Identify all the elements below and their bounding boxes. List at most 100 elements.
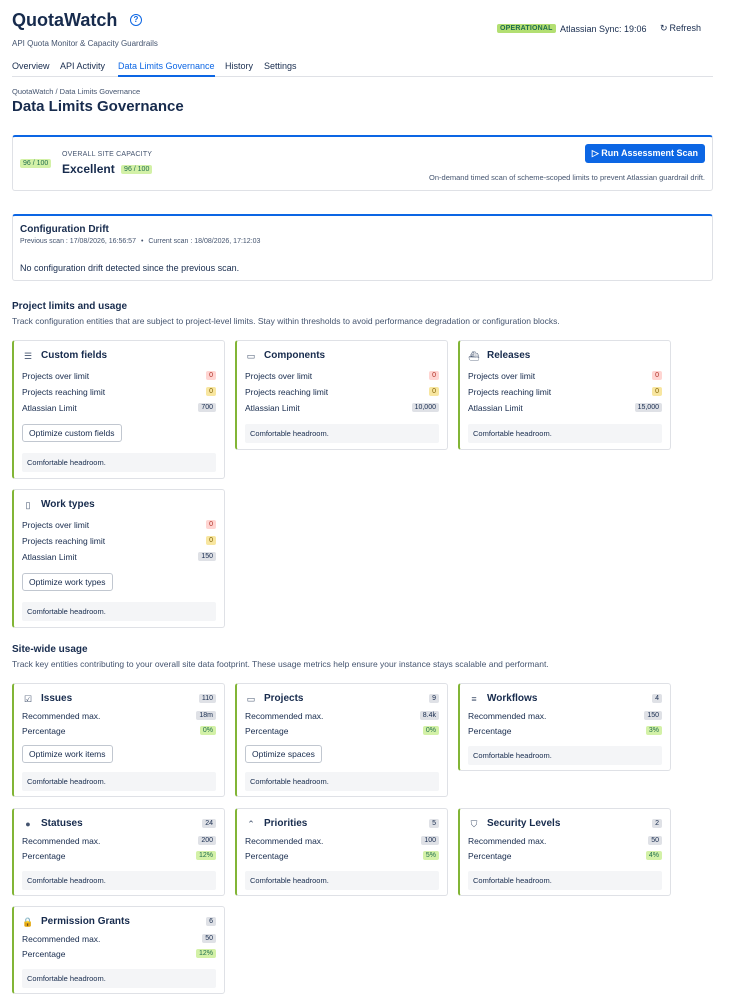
recommended-max-value: 8.4k: [419, 711, 439, 720]
card-title: Priorities: [264, 818, 308, 829]
card-header: ⌃ Priorities 5: [245, 818, 439, 830]
info-icon: ●: [25, 819, 31, 829]
site-card-priorities: ⌃ Priorities 5 Recommended max. 100 Percentag…: [235, 808, 448, 896]
card-header: ▯ Work types: [22, 499, 216, 511]
count-badge: 2: [652, 819, 662, 828]
atlassian-limit-value: 150: [198, 552, 216, 561]
headroom-note: Comfortable headroom.: [22, 602, 216, 621]
capacity-label: OVERALL SITE CAPACITY: [62, 151, 153, 158]
percentage-label: Percentage: [22, 949, 66, 959]
breadcrumb[interactable]: QuotaWatch / Data Limits Governance: [12, 87, 140, 96]
percentage-row: Percentage 3%: [468, 726, 662, 737]
percentage-value: 0%: [422, 726, 439, 735]
percentage-label: Percentage: [468, 726, 512, 736]
recommended-max-label: Recommended max.: [22, 934, 101, 944]
help-icon[interactable]: ?: [130, 14, 142, 26]
project-card-custom-fields: ☰ Custom fields Projects over limit 0 Projec…: [12, 340, 225, 479]
percentage-value: 12%: [195, 949, 216, 958]
recommended-max-row: Recommended max. 200: [22, 836, 216, 847]
scan-separator: •: [140, 238, 144, 245]
atlassian-limit-row: Atlassian Limit 15,000: [468, 403, 662, 414]
recommended-max-value: 200: [198, 836, 216, 845]
run-assessment-scan-button[interactable]: ▷ Run Assessment Scan: [584, 144, 705, 163]
percentage-row: Percentage 4%: [468, 851, 662, 862]
headroom-note: Comfortable headroom.: [22, 772, 216, 791]
optimize-work-items-button[interactable]: Optimize work items: [22, 745, 113, 763]
projects-over-limit-label: Projects over limit: [245, 371, 313, 381]
percentage-value: 3%: [645, 726, 662, 735]
tab-api-activity[interactable]: API Activity: [60, 61, 105, 77]
nav-tabs: Overview API Activity Data Limits Govern…: [12, 61, 713, 77]
atlassian-limit-label: Atlassian Limit: [22, 552, 77, 562]
project-card-work-types: ▯ Work types Projects over limit 0 Projects …: [12, 489, 225, 628]
projects-over-limit-value: 0: [652, 371, 662, 380]
card-header: ≡ Workflows 4: [468, 693, 662, 705]
recommended-max-label: Recommended max.: [468, 711, 547, 721]
percentage-row: Percentage 5%: [245, 851, 439, 862]
count-badge: 9: [429, 694, 439, 703]
percentage-value: 12%: [195, 851, 216, 860]
folder-icon: ▭: [246, 694, 256, 704]
site-card-security-levels: ⛉ Security Levels 2 Recommended max. 50 Perce…: [458, 808, 671, 896]
atlassian-limit-label: Atlassian Limit: [22, 403, 77, 413]
headroom-note: Comfortable headroom.: [245, 424, 439, 443]
status-badge: OPERATIONAL: [497, 24, 556, 33]
projects-reaching-limit-row: Projects reaching limit 0: [22, 387, 216, 398]
card-header: ☑ Issues 110: [22, 693, 216, 705]
recommended-max-value: 100: [421, 836, 439, 845]
card-title: Components: [264, 350, 326, 361]
app-title: QuotaWatch: [12, 10, 118, 30]
card-header: ☰ Custom fields: [22, 350, 216, 362]
percentage-label: Percentage: [22, 726, 66, 736]
recommended-max-value: 150: [644, 711, 662, 720]
optimize-custom-fields-button[interactable]: Optimize custom fields: [22, 424, 122, 442]
play-icon: ▷: [591, 148, 602, 158]
capacity-rating-badge: 96 / 100: [121, 165, 153, 175]
count-badge: 4: [652, 694, 662, 703]
projects-reaching-limit-value: 0: [206, 387, 216, 396]
projects-over-limit-value: 0: [429, 371, 439, 380]
recommended-max-row: Recommended max. 18m: [22, 711, 216, 722]
percentage-row: Percentage 0%: [245, 726, 439, 737]
chevron-up-icon: ⌃: [247, 819, 255, 829]
recommended-max-row: Recommended max. 100: [245, 836, 439, 847]
projects-reaching-limit-row: Projects reaching limit 0: [245, 387, 439, 398]
projects-reaching-limit-value: 0: [652, 387, 662, 396]
tab-history[interactable]: History: [225, 61, 253, 77]
projects-over-limit-value: 0: [206, 520, 216, 529]
recommended-max-label: Recommended max.: [22, 836, 101, 846]
card-header: ⛴ Releases: [468, 350, 662, 362]
drift-scan-times: Previous scan : 17/08/2026, 16:56:57 • C…: [20, 238, 260, 245]
card-title: Statuses: [41, 818, 83, 829]
capacity-rating-text: Excellent: [62, 162, 115, 176]
sync-status: Atlassian Sync: 19:06: [560, 24, 647, 34]
projects-reaching-limit-value: 0: [206, 536, 216, 545]
app-subtitle: API Quota Monitor & Capacity Guardrails: [12, 39, 158, 48]
lock-icon: 🔒: [22, 917, 34, 927]
headroom-note: Comfortable headroom.: [22, 871, 216, 890]
card-title: Work types: [41, 499, 95, 510]
project-section-title: Project limits and usage: [12, 301, 128, 312]
refresh-button[interactable]: ↻ Refresh: [658, 22, 703, 35]
percentage-label: Percentage: [22, 851, 66, 861]
drift-title: Configuration Drift: [20, 224, 109, 235]
projects-over-limit-value: 0: [206, 371, 216, 380]
tab-settings[interactable]: Settings: [264, 61, 297, 77]
atlassian-limit-value: 10,000: [411, 403, 439, 412]
project-section-description: Track configuration entities that are su…: [12, 316, 560, 326]
projects-over-limit-row: Projects over limit 0: [245, 371, 439, 382]
page-title: Data Limits Governance: [12, 98, 184, 115]
percentage-value: 4%: [645, 851, 662, 860]
tab-data-limits-governance[interactable]: Data Limits Governance: [118, 61, 215, 77]
headroom-note: Comfortable headroom.: [245, 871, 439, 890]
card-title: Issues: [41, 693, 73, 704]
card-title: Custom fields: [41, 350, 108, 361]
workflow-icon: ≡: [471, 694, 477, 704]
optimize-spaces-button[interactable]: Optimize spaces: [245, 745, 322, 763]
optimize-work-types-button[interactable]: Optimize work types: [22, 573, 113, 591]
percentage-label: Percentage: [245, 726, 289, 736]
site-card-projects: ▭ Projects 9 Recommended max. 8.4k Percentage…: [235, 683, 448, 797]
recommended-max-label: Recommended max.: [22, 711, 101, 721]
tab-overview[interactable]: Overview: [12, 61, 50, 77]
projects-over-limit-row: Projects over limit 0: [468, 371, 662, 382]
